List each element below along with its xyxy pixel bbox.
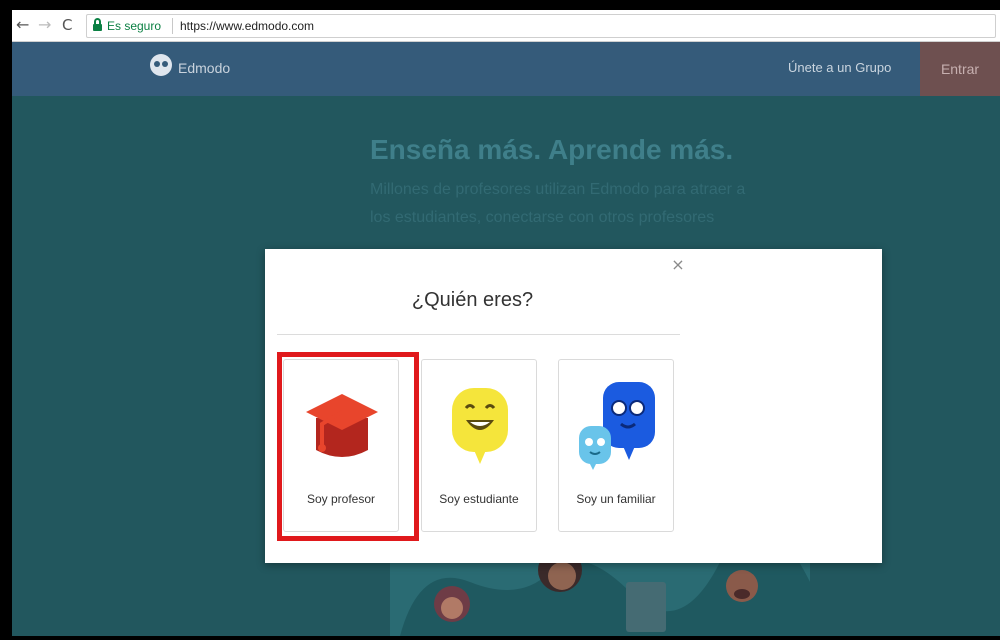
sign-in-button[interactable]: Entrar	[920, 42, 1000, 96]
role-selection-dialog: × ¿Quién eres? Soy profesor Soy estudian…	[265, 249, 882, 563]
reload-icon[interactable]: C	[62, 16, 72, 34]
url-text[interactable]: https://www.edmodo.com	[180, 19, 314, 33]
family-option-card[interactable]: Soy un familiar	[558, 359, 674, 532]
logo-text[interactable]: Edmodo	[178, 60, 230, 76]
site-header: Edmodo Únete a un Grupo Entrar	[12, 42, 1000, 96]
dialog-title: ¿Quién eres?	[411, 289, 534, 311]
url-field[interactable]: Es seguro https://www.edmodo.com	[86, 14, 996, 38]
edmodo-logo-icon[interactable]	[150, 54, 172, 76]
address-bar: ← → C Es seguro https://www.edmodo.com	[12, 10, 1000, 42]
back-arrow-icon[interactable]: ←	[16, 16, 29, 34]
join-group-link[interactable]: Únete a un Grupo	[788, 60, 891, 75]
family-bubbles-icon	[579, 382, 655, 470]
family-option-label: Soy un familiar	[576, 492, 656, 506]
page: Edmodo Únete a un Grupo Entrar Enseña má…	[12, 42, 1000, 636]
browser-window: ← → C Es seguro https://www.edmodo.com E…	[12, 10, 1000, 636]
secure-label: Es seguro	[107, 19, 162, 33]
student-bubble-icon	[452, 388, 508, 464]
hero-title: Enseña más. Aprende más.	[370, 134, 734, 165]
lock-icon	[93, 18, 102, 31]
close-icon[interactable]: ×	[668, 255, 688, 275]
forward-arrow-icon[interactable]: →	[38, 16, 51, 34]
url-separator	[172, 18, 173, 34]
teacher-highlight-box	[277, 352, 419, 541]
dialog-divider	[277, 334, 680, 335]
student-option-label: Soy estudiante	[439, 492, 519, 506]
hero-subtitle: Millones de profesores utilizan Edmodo p…	[370, 181, 746, 226]
student-option-card[interactable]: Soy estudiante	[421, 359, 537, 532]
screen-frame: ← → C Es seguro https://www.edmodo.com E…	[0, 0, 1000, 640]
